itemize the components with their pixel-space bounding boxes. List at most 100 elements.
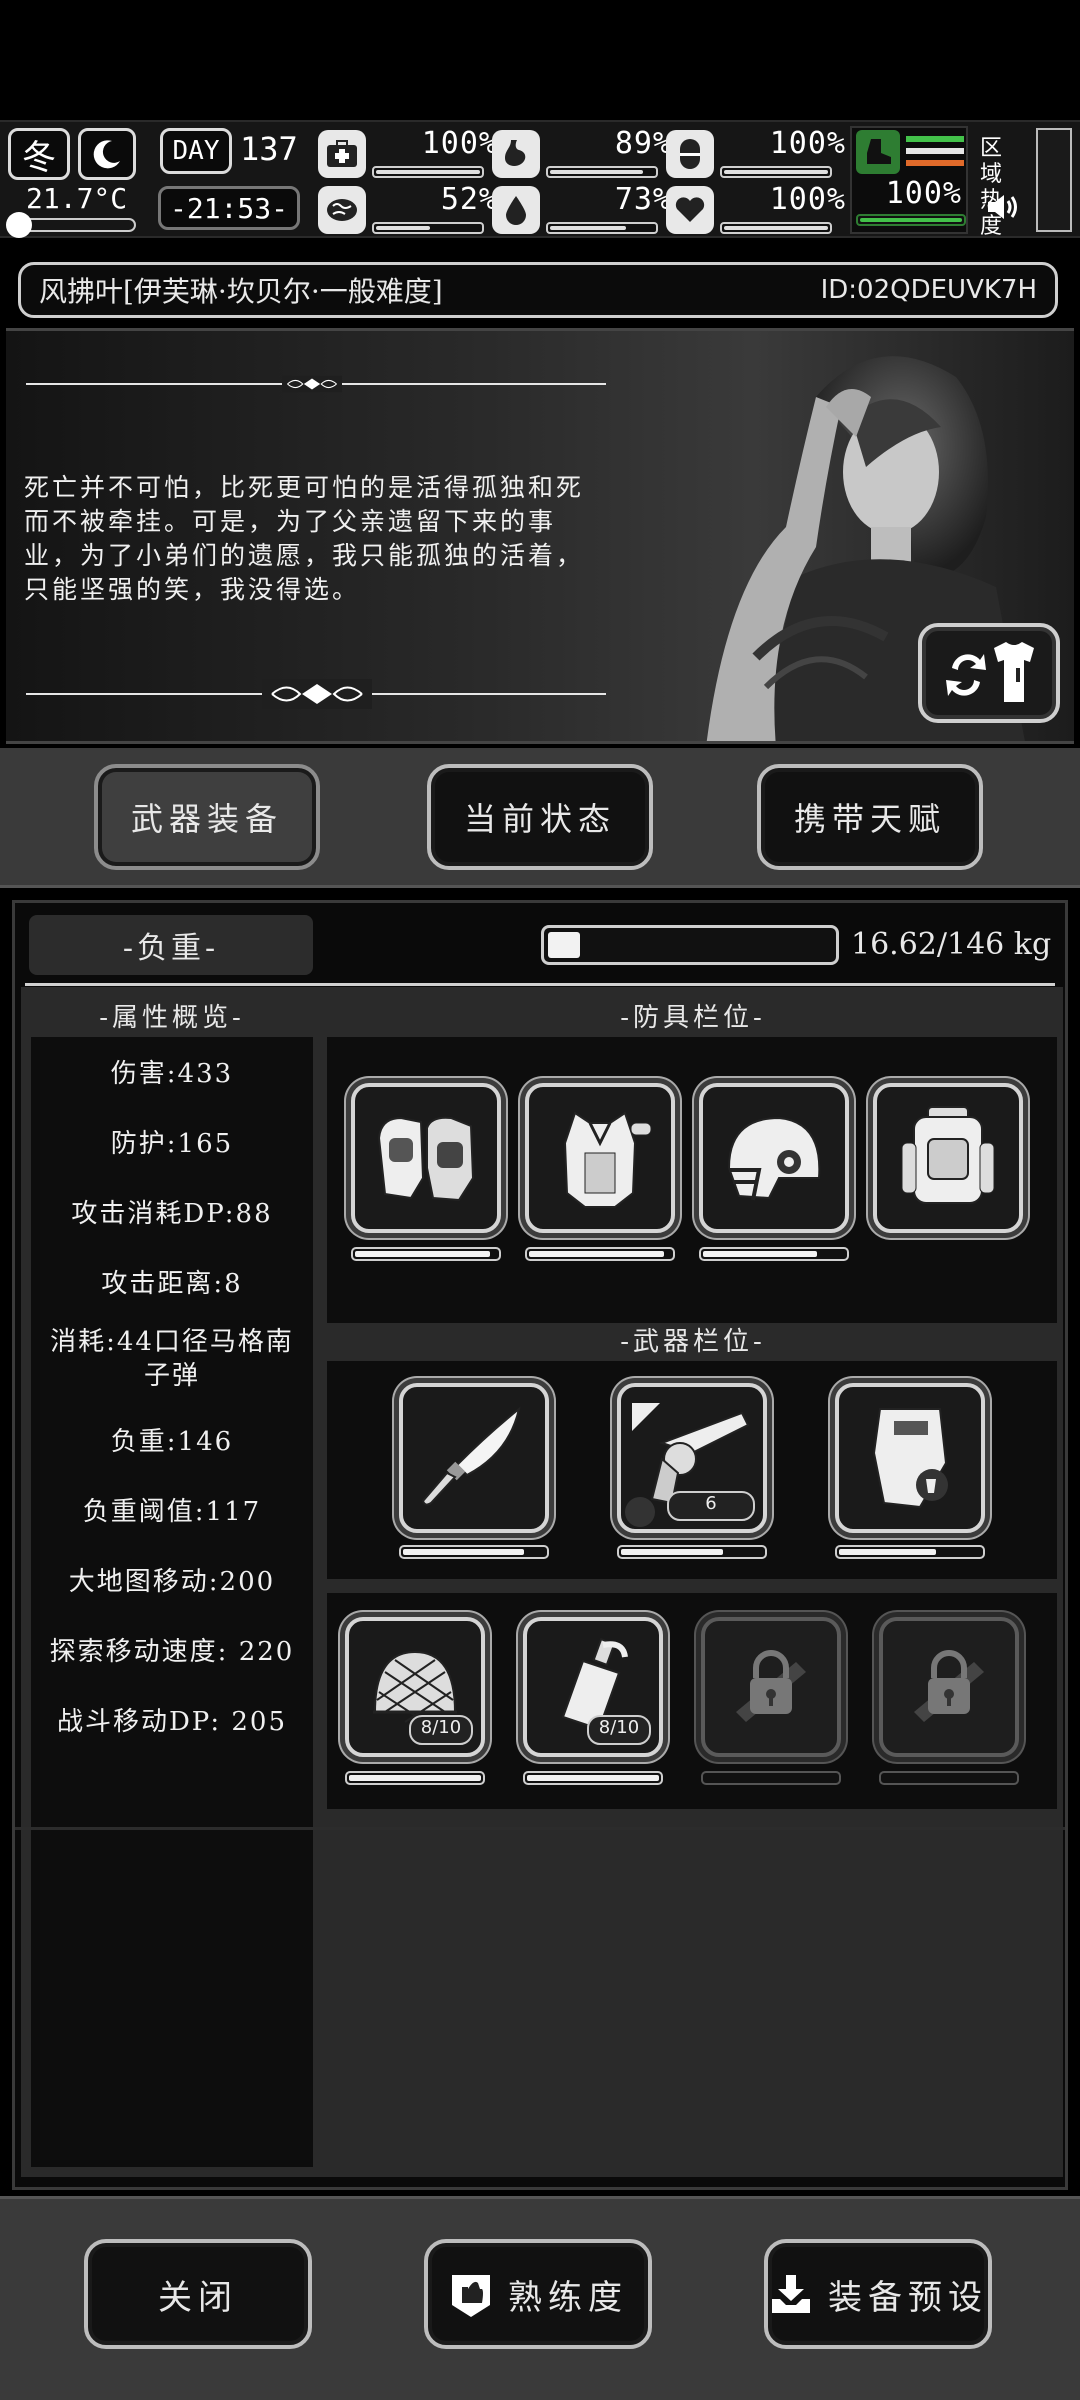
tab-current-status[interactable]: 当前状态	[427, 764, 653, 870]
sanity-bar	[372, 222, 484, 234]
item-durability-3	[701, 1771, 841, 1785]
tab-weapons-equipment[interactable]: 武器装备	[94, 764, 320, 870]
weapon-slot-shield[interactable]	[835, 1383, 985, 1533]
load-label: -负重-	[29, 915, 313, 975]
tab-label: 当前状态	[463, 800, 616, 838]
season-badge: 冬	[8, 128, 70, 180]
bottom-action-bar: 关闭 熟练度 装备预设	[0, 2196, 1080, 2400]
medicine-bar	[720, 166, 832, 178]
knife-icon	[421, 1406, 521, 1506]
clock-display: -21:53-	[158, 186, 300, 230]
season-label: 冬	[22, 137, 56, 178]
item-count: 8/10	[409, 1715, 473, 1745]
armor-slot-gloves[interactable]	[351, 1083, 501, 1233]
armor-slot-body[interactable]	[525, 1083, 675, 1233]
download-tray-icon	[772, 2275, 810, 2313]
armor-slot-backpack[interactable]	[873, 1083, 1023, 1233]
equipment-preset-button[interactable]: 装备预设	[764, 2239, 992, 2349]
tab-label: 携带天赋	[793, 800, 946, 838]
attr-ammo: 消耗:44口径马格南子弹	[50, 1327, 294, 1391]
attr-map-move: 大地图移动:200	[68, 1567, 276, 1597]
item-slot-1[interactable]: 8/10	[345, 1617, 485, 1757]
heart-icon	[666, 186, 714, 234]
attr-attack-dp: 攻击消耗DP:88	[71, 1199, 273, 1229]
health-value: 100%	[421, 126, 498, 161]
item-durability-1	[345, 1771, 485, 1785]
day-badge: DAY	[160, 128, 232, 174]
hunger-value: 89%	[614, 126, 672, 161]
medicine-value: 100%	[769, 126, 846, 161]
armor-title: -防具栏位-	[620, 1003, 766, 1033]
stomach-icon	[492, 130, 540, 178]
thirst-value: 73%	[614, 182, 672, 217]
day-number: 137	[240, 130, 298, 168]
outfit-switch-icon	[946, 642, 1034, 702]
equipment-panel: -负重- 16.62/146 kg -属性概览- 伤害:433 防护:165 攻…	[12, 900, 1068, 2190]
item-slots: 8/10 8/10	[327, 1593, 1057, 1809]
temperature-readout: 21.7°C	[26, 182, 128, 215]
weapon-slot-melee[interactable]	[399, 1383, 549, 1533]
item-slot-2[interactable]: 8/10	[523, 1617, 663, 1757]
tab-talents[interactable]: 携带天赋	[757, 764, 983, 870]
ammo-icon	[625, 1497, 655, 1527]
header-divider	[25, 983, 1055, 986]
lock-icon	[736, 1650, 806, 1722]
lock-icon	[914, 1650, 984, 1722]
riot-shield-icon	[872, 1408, 948, 1509]
attr-explore-speed: 探索移动速度: 220	[49, 1637, 295, 1667]
armor-slots	[327, 1037, 1057, 1323]
ornament-icon-bottom	[262, 679, 372, 713]
sanity-value: 52%	[440, 182, 498, 217]
outfit-switch-button[interactable]	[918, 623, 1060, 723]
ammo-count: 6	[667, 1491, 755, 1521]
vital-stats: 100% 89% 100% 52% 73% 100%	[318, 126, 845, 236]
attr-carry-threshold: 负重阈值:117	[82, 1497, 262, 1527]
weapon-durability-1	[399, 1545, 549, 1559]
backpack-icon	[901, 1106, 995, 1204]
medkit-icon	[318, 130, 366, 178]
region-heat-meter	[1036, 128, 1072, 232]
proficiency-icon	[452, 2275, 490, 2317]
load-value: 16.62/146 kg	[851, 927, 1052, 962]
item-slot-locked-2[interactable]	[879, 1617, 1019, 1757]
close-button-label: 关闭	[158, 2277, 238, 2318]
attr-damage: 伤害:433	[110, 1059, 234, 1089]
stamina-bar	[856, 214, 966, 226]
character-name-bar: 风拂叶[伊芙琳·坎贝尔·一般难度] ID:02QDEUVK7H	[18, 262, 1058, 318]
armor-durability-1	[351, 1247, 501, 1261]
speaker-icon[interactable]	[986, 192, 1020, 226]
proficiency-button[interactable]: 熟练度	[424, 2239, 652, 2349]
gauntlets-icon	[377, 1116, 475, 1202]
moon-icon	[78, 128, 136, 180]
health-bar	[372, 166, 484, 178]
character-name: 风拂叶[伊芙琳·坎贝尔·一般难度]	[39, 275, 443, 308]
weapon-durability-3	[835, 1545, 985, 1559]
close-button[interactable]: 关闭	[84, 2239, 312, 2349]
brain-icon	[318, 186, 366, 234]
tab-bar: 武器装备 当前状态 携带天赋	[0, 748, 1080, 888]
attr-defense: 防护:165	[110, 1129, 234, 1159]
status-hud: 冬 21.7°C DAY 137 -21:53- 100% 89% 100% 5…	[0, 120, 1080, 239]
body-armor-icon	[563, 1111, 652, 1208]
thermometer-icon	[6, 212, 136, 238]
weapons-title: -武器栏位-	[620, 1327, 766, 1357]
character-id: ID:02QDEUVK7H	[820, 275, 1037, 305]
armor-durability-2	[525, 1247, 675, 1261]
stamina-value: 100%	[885, 176, 962, 211]
capsule-icon	[666, 130, 714, 178]
helmet-icon	[727, 1116, 821, 1201]
armor-durability-3	[699, 1247, 849, 1261]
character-story-panel: 死亡并不可怕，比死更可怕的是活得孤独和死而不被牵挂。可是，为了父亲遗留下来的事业…	[6, 328, 1074, 744]
load-bar	[541, 925, 839, 965]
character-bio: 死亡并不可怕，比死更可怕的是活得孤独和死而不被牵挂。可是，为了父亲遗留下来的事业…	[24, 473, 585, 604]
mood-bar	[720, 222, 832, 234]
item-slot-locked-1[interactable]	[701, 1617, 841, 1757]
attr-combat-dp: 战斗移动DP: 205	[56, 1707, 288, 1737]
attr-attack-range: 攻击距离:8	[101, 1269, 243, 1299]
ornament-icon	[282, 369, 342, 399]
item-count: 8/10	[587, 1715, 651, 1745]
armor-slot-head[interactable]	[699, 1083, 849, 1233]
weapon-slot-ranged[interactable]: 6	[617, 1383, 767, 1533]
attributes-title: -属性概览-	[99, 1003, 245, 1033]
attributes-list: 伤害:433 防护:165 攻击消耗DP:88 攻击距离:8 消耗:44口径马格…	[31, 1037, 313, 2167]
